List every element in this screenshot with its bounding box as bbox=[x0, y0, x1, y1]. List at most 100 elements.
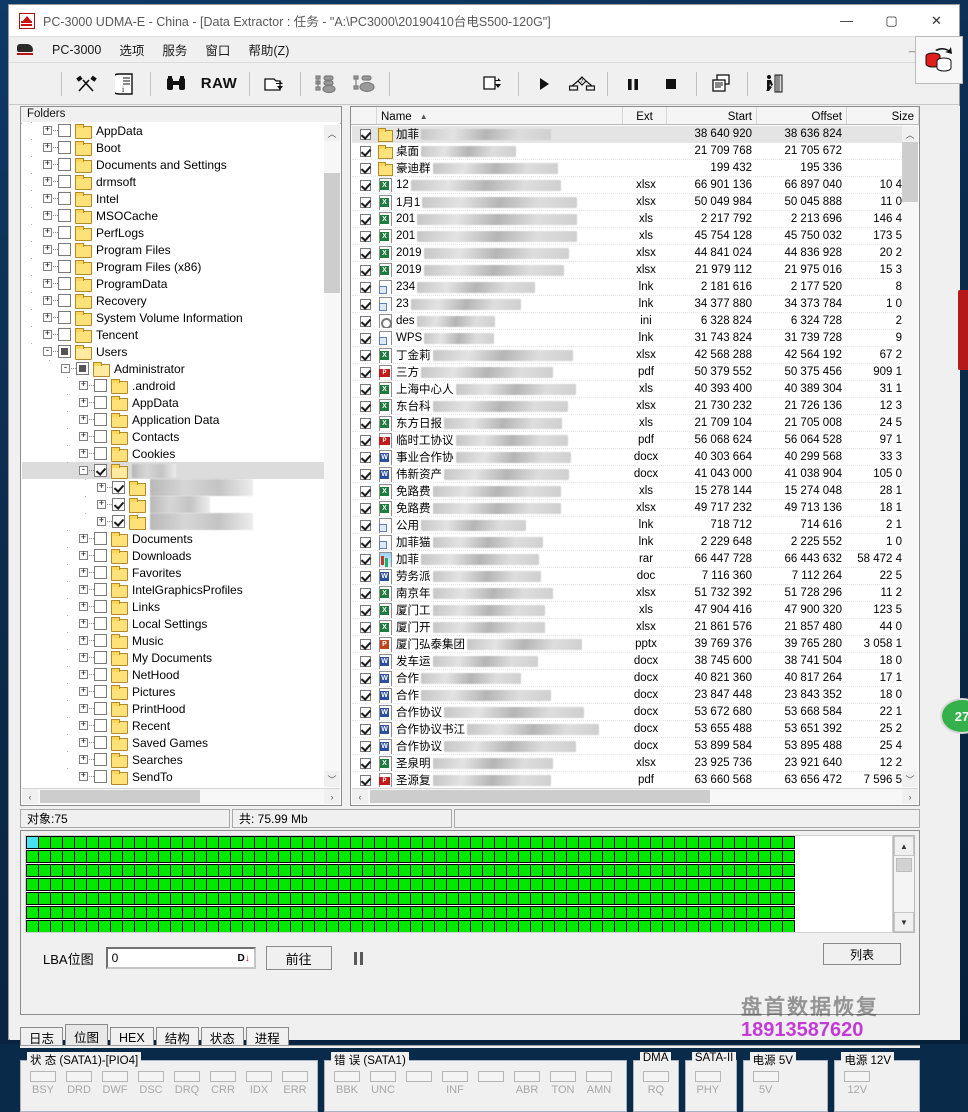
tree-expander[interactable]: + bbox=[76, 717, 94, 734]
lba-input-wrapper[interactable]: D↓ bbox=[105, 947, 256, 969]
folder-tree-node[interactable]: + Downloads bbox=[22, 547, 340, 564]
row-checkbox[interactable] bbox=[359, 468, 371, 480]
tree-expander[interactable]: + bbox=[76, 445, 94, 462]
row-checkbox-cell[interactable] bbox=[352, 349, 378, 361]
table-row[interactable]: 圣泉明 xlsx 23 925 736 23 921 640 12 2 bbox=[352, 755, 902, 772]
tab-位图[interactable]: 位图 bbox=[65, 1024, 109, 1046]
folders-hscroll-track[interactable] bbox=[38, 789, 324, 804]
folder-checkbox[interactable] bbox=[94, 447, 107, 460]
folder-tree-node[interactable]: + Local Settings bbox=[22, 615, 340, 632]
table-row[interactable]: WPS lnk 31 743 824 31 739 728 9 bbox=[352, 330, 902, 347]
tree-expander[interactable]: + bbox=[40, 190, 58, 207]
table-row[interactable]: 2019 xlsx 21 979 112 21 975 016 15 3 bbox=[352, 262, 902, 279]
table-row[interactable]: 免路费 xlsx 49 717 232 49 713 136 18 1 bbox=[352, 500, 902, 517]
row-checkbox-cell[interactable] bbox=[352, 281, 378, 293]
table-row[interactable]: 2019 xlsx 44 841 024 44 836 928 20 2 bbox=[352, 245, 902, 262]
row-checkbox-cell[interactable] bbox=[352, 451, 378, 463]
row-checkbox[interactable] bbox=[359, 689, 371, 701]
row-checkbox-cell[interactable] bbox=[352, 434, 378, 446]
tree-expander[interactable]: + bbox=[40, 122, 58, 139]
bitmap-cell[interactable] bbox=[782, 906, 795, 919]
folder-tree-node[interactable]: + Contacts bbox=[22, 428, 340, 445]
row-checkbox-cell[interactable] bbox=[352, 621, 378, 633]
tree-expander[interactable]: + bbox=[40, 275, 58, 292]
row-checkbox-cell[interactable] bbox=[352, 366, 378, 378]
row-checkbox[interactable] bbox=[359, 349, 371, 361]
folder-tree-node[interactable]: + IntelGraphicsProfiles bbox=[22, 581, 340, 598]
file-list-vertical-scrollbar[interactable]: ︿ ﹀ bbox=[902, 126, 918, 787]
maximize-button[interactable]: ▢ bbox=[869, 5, 914, 36]
folders-hscroll-left-arrow[interactable]: ‹ bbox=[22, 789, 38, 804]
row-checkbox[interactable] bbox=[359, 570, 371, 582]
column-header-offset[interactable]: Offset bbox=[757, 107, 847, 124]
table-row[interactable]: 厦门工 xls 47 904 416 47 900 320 123 5 bbox=[352, 602, 902, 619]
folders-hscroll-thumb[interactable] bbox=[40, 790, 200, 803]
table-row[interactable]: 豪迪群 199 432 195 336 bbox=[352, 160, 902, 177]
folder-checkbox[interactable] bbox=[94, 753, 107, 766]
folder-tree-node[interactable]: + Intel bbox=[22, 190, 340, 207]
file-list-horizontal-scrollbar[interactable]: ‹ › bbox=[352, 788, 918, 804]
tree-map-icon[interactable] bbox=[307, 68, 345, 100]
tree-expander[interactable]: + bbox=[40, 292, 58, 309]
raw-button[interactable]: RAW bbox=[195, 68, 243, 100]
table-row[interactable]: 合作 docx 40 821 360 40 817 264 17 1 bbox=[352, 670, 902, 687]
folder-tree-node[interactable]: + 豪迪QQ群发器（方 bbox=[22, 513, 340, 530]
tree-expander[interactable]: + bbox=[40, 207, 58, 224]
row-checkbox-cell[interactable] bbox=[352, 757, 378, 769]
table-row[interactable]: 丁金莉 xlsx 42 568 288 42 564 192 67 2 bbox=[352, 347, 902, 364]
goto-button[interactable]: 前往 bbox=[265, 946, 332, 970]
table-row[interactable]: 234 lnk 2 181 616 2 177 520 8 bbox=[352, 279, 902, 296]
folder-checkbox[interactable] bbox=[58, 311, 71, 324]
exit-run-icon[interactable] bbox=[754, 68, 792, 100]
folder-checkbox[interactable] bbox=[94, 430, 107, 443]
folder-checkbox[interactable] bbox=[94, 600, 107, 613]
row-checkbox[interactable] bbox=[359, 400, 371, 412]
folder-checkbox[interactable] bbox=[58, 209, 71, 222]
copy-task-icon[interactable] bbox=[474, 68, 512, 100]
lba-input[interactable] bbox=[109, 950, 236, 966]
row-checkbox-cell[interactable] bbox=[352, 638, 378, 650]
tab-HEX[interactable]: HEX bbox=[110, 1027, 154, 1046]
row-checkbox-cell[interactable] bbox=[352, 298, 378, 310]
row-checkbox-cell[interactable] bbox=[352, 553, 378, 565]
row-checkbox[interactable] bbox=[359, 485, 371, 497]
folder-tree-node[interactable]: + Program Files (x86) bbox=[22, 258, 340, 275]
tree-expander[interactable]: + bbox=[94, 479, 112, 496]
folder-tree-node[interactable]: + MSOCache bbox=[22, 207, 340, 224]
tree-expander[interactable]: + bbox=[40, 156, 58, 173]
row-checkbox-cell[interactable] bbox=[352, 162, 378, 174]
folder-tree-node[interactable]: + AppData bbox=[22, 394, 340, 411]
row-checkbox[interactable] bbox=[359, 281, 371, 293]
row-checkbox[interactable] bbox=[359, 162, 371, 174]
folder-checkbox[interactable] bbox=[58, 243, 71, 256]
tree-expander[interactable]: + bbox=[76, 666, 94, 683]
table-row[interactable]: 劳务派 doc 7 116 360 7 112 264 22 5 bbox=[352, 568, 902, 585]
row-checkbox-cell[interactable] bbox=[352, 502, 378, 514]
table-row[interactable]: 合作协议 docx 53 899 584 53 895 488 25 4 bbox=[352, 738, 902, 755]
folder-checkbox[interactable] bbox=[58, 294, 71, 307]
table-row[interactable]: 合作 docx 23 847 448 23 843 352 18 0 bbox=[352, 687, 902, 704]
folder-checkbox[interactable] bbox=[94, 583, 107, 596]
folder-tree-node[interactable]: + Favorites bbox=[22, 564, 340, 581]
tree-expander[interactable]: + bbox=[76, 411, 94, 428]
row-checkbox[interactable] bbox=[359, 298, 371, 310]
folder-tree-node[interactable]: + Program Files bbox=[22, 241, 340, 258]
file-list-hscroll-left-arrow[interactable]: ‹ bbox=[352, 789, 368, 804]
table-row[interactable]: 桌面 21 709 768 21 705 672 bbox=[352, 143, 902, 160]
folder-tree-node[interactable]: + Links bbox=[22, 598, 340, 615]
table-row[interactable]: 23 lnk 34 377 880 34 373 784 1 0 bbox=[352, 296, 902, 313]
row-checkbox-cell[interactable] bbox=[352, 247, 378, 259]
tree-expander[interactable]: + bbox=[94, 513, 112, 530]
file-list-body[interactable]: 加菲 38 640 920 38 636 824 桌面 21 709 768 21 705… bbox=[352, 126, 902, 787]
folder-tree-node[interactable]: + NetHood bbox=[22, 666, 340, 683]
folder-checkbox[interactable] bbox=[94, 379, 107, 392]
folder-checkbox[interactable] bbox=[94, 566, 107, 579]
bitmap-vertical-scrollbar[interactable]: ▲ ▼ bbox=[893, 835, 915, 933]
folder-tree-node[interactable]: + Documents bbox=[22, 530, 340, 547]
folder-tree-node[interactable]: - Administrator bbox=[22, 360, 340, 377]
row-checkbox-cell[interactable] bbox=[352, 706, 378, 718]
windows-cascade-icon[interactable] bbox=[703, 68, 741, 100]
row-checkbox-cell[interactable] bbox=[352, 400, 378, 412]
row-checkbox-cell[interactable] bbox=[352, 230, 378, 242]
folder-tree-node[interactable]: + Music bbox=[22, 632, 340, 649]
